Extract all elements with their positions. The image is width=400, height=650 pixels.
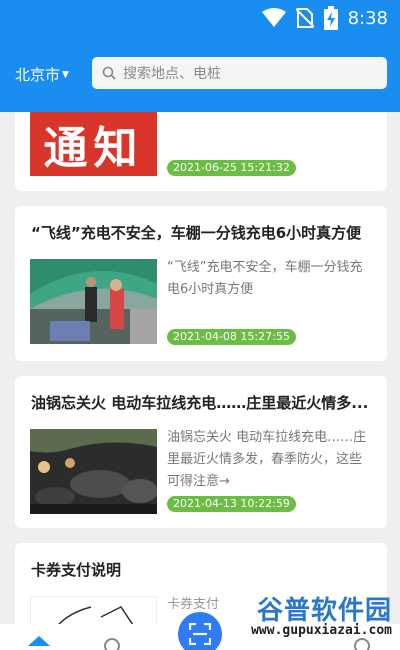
no-sim-icon bbox=[295, 8, 314, 28]
article-title: “飞线”充电不安全，车棚一分钱充电6小时真方便 bbox=[31, 224, 362, 242]
article-time-badge: 2021-06-25 15:21:32 bbox=[167, 160, 296, 176]
article-thumbnail bbox=[30, 259, 157, 344]
wifi-icon bbox=[261, 8, 286, 27]
watermark: 谷普软件园 www.gupuxiazai.com bbox=[251, 590, 392, 638]
article-title: 卡券支付说明 bbox=[31, 561, 122, 579]
scan-icon bbox=[189, 623, 211, 645]
article-excerpt: “飞线”充电不安全，车棚一分钱充电6小时真方便 bbox=[167, 260, 363, 297]
article-title: 油锅忘关火 电动车拉线充电……庄里最近火情多... bbox=[31, 394, 369, 412]
home-icon[interactable] bbox=[28, 636, 50, 650]
search-placeholder: 搜索地点、电桩 bbox=[123, 66, 221, 82]
app-header: 8:38 北京市 ▼ 搜索地点、电桩 bbox=[0, 0, 400, 112]
search-input[interactable]: 搜索地点、电桩 bbox=[92, 57, 387, 89]
watermark-url: www.gupuxiazai.com bbox=[251, 623, 392, 638]
city-label: 北京市 bbox=[15, 66, 61, 84]
article-thumbnail: 通知 bbox=[30, 112, 157, 176]
article-card[interactable]: “飞线”充电不安全，车棚一分钱充电6小时真方便 “飞线”充电不安全，车棚一分钱充… bbox=[15, 206, 387, 361]
status-time: 8:38 bbox=[347, 7, 388, 29]
article-time-badge: 2021-04-13 10:22:59 bbox=[167, 496, 296, 512]
city-selector[interactable]: 北京市 ▼ bbox=[15, 64, 69, 85]
article-card[interactable]: 油锅忘关火 电动车拉线充电……庄里最近火情多... 油锅忘关火 电动车拉线充电…… bbox=[15, 376, 387, 528]
status-bar: 8:38 bbox=[261, 6, 388, 30]
article-card[interactable]: 通知 2021-06-25 15:21:32 bbox=[15, 112, 387, 191]
profile-icon[interactable] bbox=[352, 638, 372, 650]
notice-text: 通知 bbox=[43, 123, 144, 174]
caret-down-icon: ▼ bbox=[62, 69, 69, 80]
watermark-name: 谷普软件园 bbox=[256, 596, 392, 626]
scan-button[interactable] bbox=[178, 612, 222, 650]
article-thumbnail bbox=[30, 429, 157, 514]
article-excerpt: 油锅忘关火 电动车拉线充电……庄里最近火情多发，春季防火，这些可得注意→ bbox=[167, 430, 367, 489]
charging-station-icon[interactable] bbox=[104, 638, 120, 650]
article-time-badge: 2021-04-08 15:27:55 bbox=[167, 329, 296, 345]
search-icon bbox=[102, 66, 116, 80]
battery-charging-icon bbox=[323, 6, 338, 30]
